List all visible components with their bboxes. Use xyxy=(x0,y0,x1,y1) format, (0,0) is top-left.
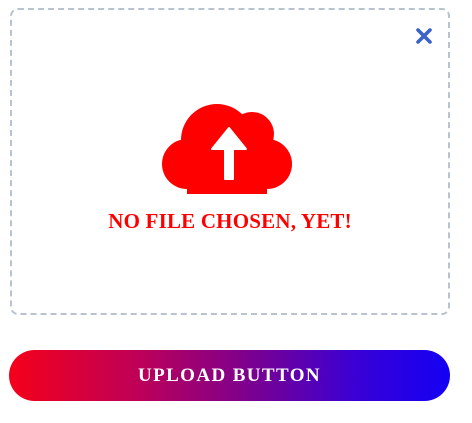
cloud-upload-icon xyxy=(162,104,292,194)
close-icon[interactable] xyxy=(412,24,436,48)
file-dropzone[interactable]: NO FILE CHOSEN, YET! xyxy=(10,8,450,315)
close-glyph xyxy=(416,28,432,44)
upload-button[interactable]: UPLOAD BUTTON xyxy=(9,350,450,401)
no-file-status-text: NO FILE CHOSEN, YET! xyxy=(108,209,352,233)
